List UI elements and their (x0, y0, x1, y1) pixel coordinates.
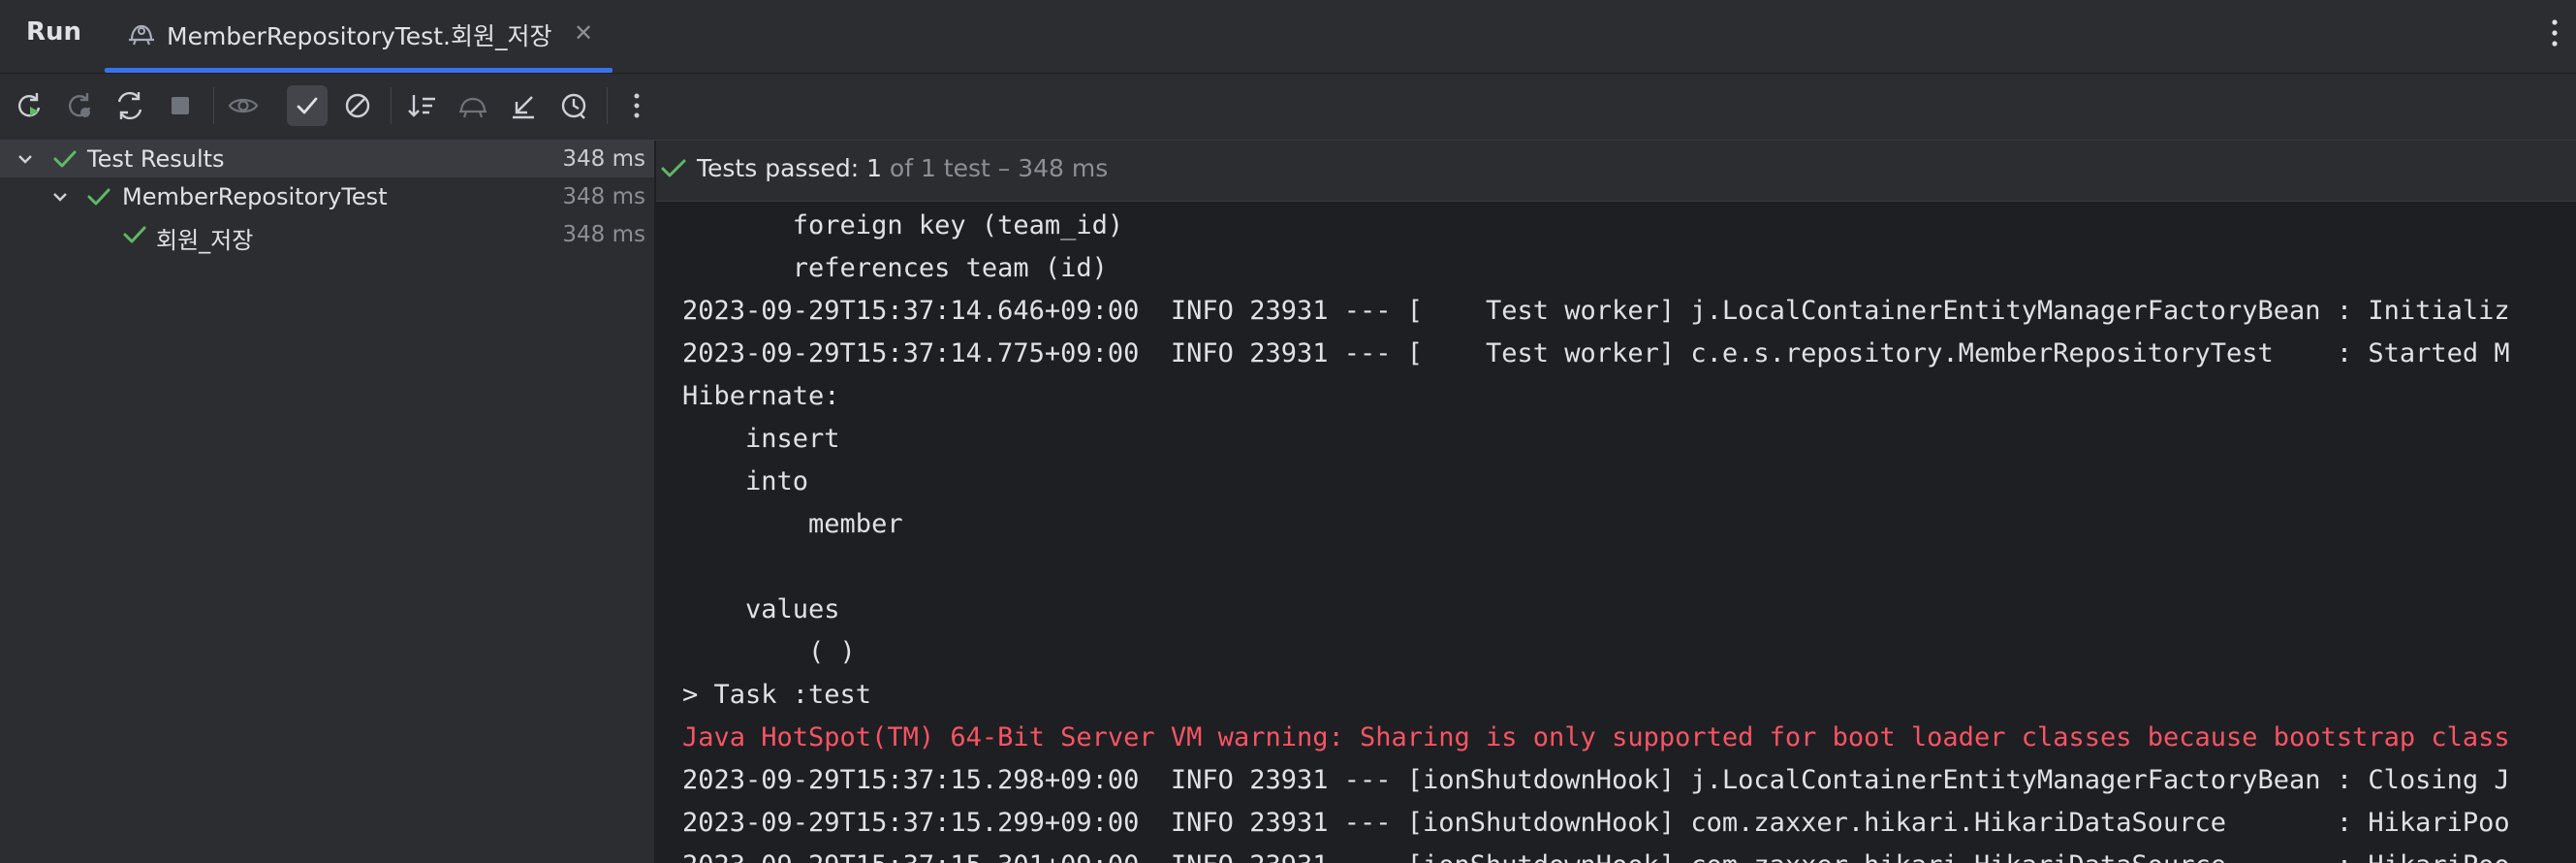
import-tests-icon (459, 97, 487, 118)
eye-icon (228, 98, 259, 113)
rerun-icon (18, 93, 41, 117)
console-line: ( ) (682, 637, 856, 667)
tool-window-title: Run (26, 17, 82, 47)
toggle-auto-test-button[interactable] (110, 85, 150, 126)
toolbar-separator (391, 87, 392, 124)
console-line: > Task :test (682, 680, 872, 710)
tab-label: MemberRepositoryTest.회원_저장 (167, 22, 552, 50)
kebab-icon (634, 93, 640, 118)
passed-check-icon (660, 157, 687, 184)
tree-row-test-results[interactable]: Test Results 348 ms (0, 141, 654, 177)
chevron-down-icon[interactable] (50, 187, 70, 210)
passed-check-icon (86, 186, 111, 211)
console-line: insert (682, 424, 856, 454)
active-tab-indicator (105, 68, 613, 73)
clock-icon (561, 93, 586, 119)
summary-count: 1 (866, 154, 882, 182)
show-ignored-button[interactable] (223, 85, 264, 126)
sort-icon (408, 95, 435, 117)
test-duration: 348 ms (562, 222, 645, 247)
console-line: 2023-09-29T15:37:15.301+09:00 INFO 23931… (682, 845, 2510, 863)
console-line: member (682, 509, 903, 539)
test-duration: 348 ms (562, 146, 645, 172)
passed-check-icon (52, 148, 78, 174)
test-status-bar: Tests passed: 1 of 1 test – 348 ms (656, 141, 2576, 202)
show-ignored-tests-button[interactable] (337, 85, 378, 126)
toolbar-separator (607, 87, 608, 124)
collapse-all-button[interactable] (503, 85, 544, 126)
console-line: 2023-09-29T15:37:15.299+09:00 INFO 23931… (682, 808, 2510, 838)
summary-suffix: of 1 test – 348 ms (881, 154, 1109, 182)
sort-button[interactable] (402, 85, 443, 126)
auto-test-icon (117, 91, 142, 120)
tree-node-label: Test Results (87, 145, 225, 173)
rerun-failed-icon (69, 93, 91, 117)
console-line: Hibernate: (682, 381, 856, 411)
chevron-down-icon[interactable] (16, 149, 35, 173)
passed-check-icon (122, 224, 147, 249)
checkmark-icon (297, 97, 318, 114)
test-history-button[interactable] (553, 85, 594, 126)
console-line: values (682, 594, 840, 624)
console-line: into (682, 466, 809, 496)
show-passed-button[interactable] (287, 85, 328, 126)
rerun-button[interactable] (9, 85, 49, 126)
rerun-failed-button[interactable] (59, 85, 100, 126)
stop-icon (172, 97, 189, 114)
test-duration: 348 ms (562, 184, 645, 209)
test-summary: Tests passed: 1 of 1 test – 348 ms (697, 154, 1108, 182)
import-tests-button[interactable] (453, 85, 493, 126)
console-line: foreign key (team_id) (682, 210, 1124, 240)
more-actions-button[interactable] (616, 85, 657, 126)
ignored-icon (345, 93, 370, 118)
collapse-icon (513, 96, 534, 119)
tree-node-label: MemberRepositoryTest (122, 183, 388, 210)
tab-member-repository-test[interactable]: MemberRepositoryTest.회원_저장 ✕ (105, 0, 613, 73)
toolbar-separator (213, 87, 214, 124)
summary-prefix: Tests passed: (697, 154, 867, 182)
tree-node-label: 회원_저장 (156, 227, 254, 254)
console-line: 2023-09-29T15:37:14.775+09:00 INFO 23931… (682, 338, 2510, 368)
stop-button[interactable] (160, 85, 201, 126)
run-toolbar (0, 74, 2576, 141)
tool-window-header: Run MemberRepositoryTest.회원_저장 ✕ (0, 0, 2576, 74)
console-line: 2023-09-29T15:37:14.646+09:00 INFO 23931… (682, 296, 2510, 326)
console-line: 2023-09-29T15:37:15.298+09:00 INFO 23931… (682, 765, 2510, 795)
tree-row-test-method[interactable]: 회원_저장 348 ms (0, 216, 654, 254)
console-line: references team (id) (682, 253, 1108, 283)
test-run-icon (126, 18, 157, 51)
close-tab-icon[interactable]: ✕ (574, 19, 593, 47)
tree-row-member-repository-test[interactable]: MemberRepositoryTest 348 ms (0, 178, 654, 215)
test-tree-panel: Test Results 348 ms MemberRepositoryTest… (0, 141, 656, 863)
console-warning-line: Java HotSpot(TM) 64-Bit Server VM warnin… (682, 722, 2510, 752)
console-output[interactable]: foreign key (team_id) references team (i… (656, 202, 2576, 863)
more-options-icon[interactable] (2551, 17, 2559, 52)
